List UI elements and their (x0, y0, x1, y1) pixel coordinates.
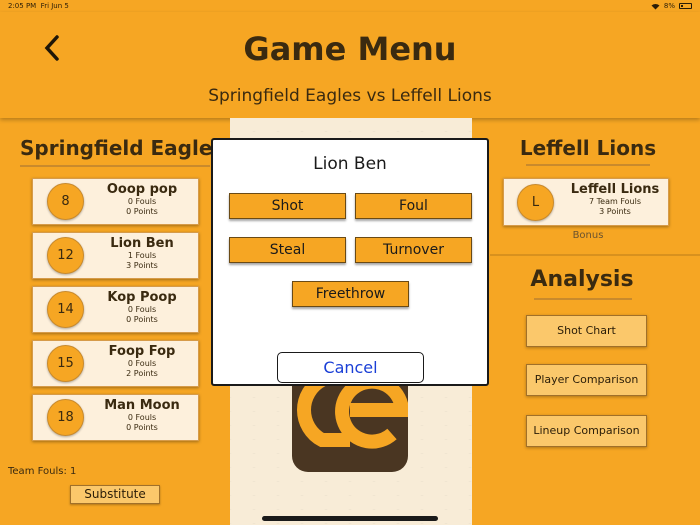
player-action-dialog: Lion Ben Shot Foul Steal Turnover Freeth… (211, 138, 489, 386)
battery-percent: 8% (663, 2, 675, 10)
home-indicator[interactable] (262, 516, 438, 521)
player-number-badge: 12 (47, 237, 84, 274)
home-team-panel: Springfield Eagles 8 Ooop pop 0 Fouls 0 … (0, 126, 225, 525)
home-team-title: Springfield Eagles (20, 136, 225, 160)
dialog-title: Lion Ben (313, 154, 387, 174)
opponent-points: 3 Points (599, 207, 631, 216)
bonus-label: Bonus (572, 230, 604, 241)
divider (20, 165, 210, 167)
steal-button[interactable]: Steal (229, 237, 346, 263)
header: Game Menu Springfield Eagles vs Leffell … (0, 12, 700, 118)
player-name: Kop Poop (107, 290, 177, 305)
team-badge: L (517, 184, 554, 221)
opponent-team-fouls: 7 Team Fouls (589, 197, 641, 206)
freethrow-button[interactable]: Freethrow (292, 281, 409, 307)
player-card[interactable]: 14 Kop Poop 0 Fouls 0 Points (32, 286, 199, 333)
player-name: Ooop pop (106, 182, 178, 197)
page-title: Game Menu (243, 30, 457, 68)
player-comparison-button[interactable]: Player Comparison (526, 364, 647, 396)
shot-chart-button[interactable]: Shot Chart (526, 315, 647, 347)
player-card[interactable]: 8 Ooop pop 0 Fouls 0 Points (32, 178, 199, 225)
player-fouls: 0 Fouls (127, 305, 157, 314)
player-name: Foop Fop (108, 344, 176, 359)
player-fouls: 1 Fouls (127, 251, 157, 260)
player-info: Man Moon 0 Fouls 0 Points (89, 398, 195, 433)
player-info: Ooop pop 0 Fouls 0 Points (89, 182, 195, 217)
player-points: 0 Points (126, 315, 158, 324)
status-date: Fri Jun 5 (40, 2, 69, 10)
player-card[interactable]: 15 Foop Fop 0 Fouls 2 Points (32, 340, 199, 387)
section-divider (490, 254, 700, 256)
status-clock: 2:05 PM (8, 2, 37, 10)
player-name: Lion Ben (110, 236, 174, 251)
cancel-button[interactable]: Cancel (277, 352, 424, 383)
opponent-info: Leffell Lions 7 Team Fouls 3 Points (562, 182, 668, 217)
player-card[interactable]: 12 Lion Ben 1 Fouls 3 Points (32, 232, 199, 279)
analysis-title: Analysis (530, 267, 634, 292)
player-number-badge: 14 (47, 291, 84, 328)
status-time: 2:05 PM Fri Jun 5 (8, 2, 69, 10)
battery-icon (679, 3, 692, 9)
app-logo (292, 380, 408, 472)
player-points: 3 Points (126, 261, 158, 270)
player-fouls: 0 Fouls (127, 197, 157, 206)
turnover-button[interactable]: Turnover (355, 237, 472, 263)
matchup-subtitle: Springfield Eagles vs Leffell Lions (208, 86, 492, 106)
player-info: Lion Ben 1 Fouls 3 Points (89, 236, 195, 271)
player-info: Foop Fop 0 Fouls 2 Points (89, 344, 195, 379)
player-info: Kop Poop 0 Fouls 0 Points (89, 290, 195, 325)
divider (526, 164, 650, 166)
wifi-icon (651, 3, 660, 9)
lineup-comparison-button[interactable]: Lineup Comparison (526, 415, 647, 447)
away-team-title: Leffell Lions (519, 136, 657, 160)
opponent-name: Leffell Lions (570, 182, 660, 197)
player-number-badge: 8 (47, 183, 84, 220)
foul-button[interactable]: Foul (355, 193, 472, 219)
substitute-button[interactable]: Substitute (70, 485, 160, 504)
shot-button[interactable]: Shot (229, 193, 346, 219)
opponent-card[interactable]: L Leffell Lions 7 Team Fouls 3 Points (503, 178, 669, 226)
player-number-badge: 15 (47, 345, 84, 382)
player-fouls: 0 Fouls (127, 359, 157, 368)
status-right: 8% (651, 2, 692, 10)
away-team-panel: Leffell Lions L Leffell Lions 7 Team Fou… (490, 126, 700, 525)
status-bar: 2:05 PM Fri Jun 5 8% (0, 0, 700, 12)
player-points: 2 Points (126, 369, 158, 378)
player-points: 0 Points (126, 207, 158, 216)
player-card[interactable]: 18 Man Moon 0 Fouls 0 Points (32, 394, 199, 441)
team-fouls-label: Team Fouls: 1 (8, 466, 77, 477)
player-points: 0 Points (126, 423, 158, 432)
player-number-badge: 18 (47, 399, 84, 436)
divider (534, 298, 632, 300)
player-fouls: 0 Fouls (127, 413, 157, 422)
player-name: Man Moon (104, 398, 180, 413)
